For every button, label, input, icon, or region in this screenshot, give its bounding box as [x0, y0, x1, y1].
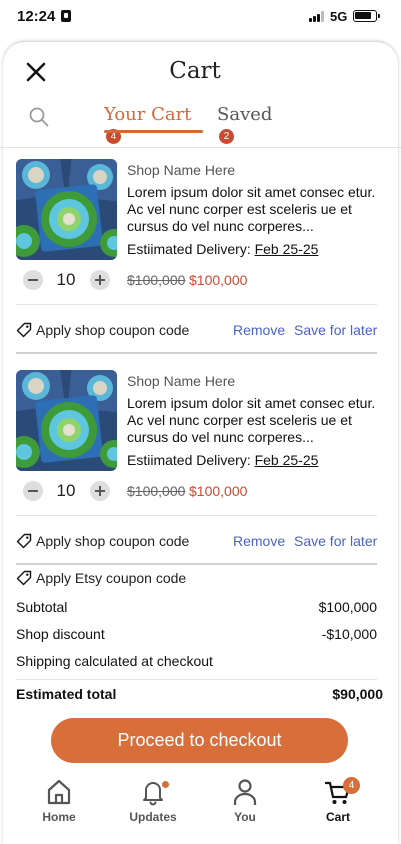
header-divider: [0, 147, 401, 148]
nav-home[interactable]: Home: [24, 778, 94, 828]
product-image[interactable]: [16, 370, 117, 471]
sale-price: $100,000: [189, 272, 248, 288]
discount-row: Shop discount -$10,000: [16, 626, 377, 644]
shipping-label: Shipping calculated at checkout: [16, 653, 213, 669]
crochet-square-image: [16, 370, 117, 471]
nav-label: Cart: [325, 810, 350, 824]
original-price: $100,000: [127, 272, 186, 288]
signal-strength-icon: [309, 11, 325, 22]
proceed-to-checkout-button[interactable]: Proceed to checkout: [51, 718, 348, 763]
shop-name[interactable]: Shop Name Here: [127, 373, 235, 389]
search-icon: [29, 107, 49, 127]
quantity-value[interactable]: 10: [48, 481, 84, 501]
increase-quantity-button[interactable]: [90, 270, 110, 290]
sim-card-icon: [61, 10, 71, 22]
item-end-divider: [16, 563, 377, 565]
crochet-square-image: [16, 159, 117, 260]
total-label: Estimated total: [16, 686, 117, 702]
home-icon: [47, 779, 71, 805]
status-bar: 12:24 5G: [0, 0, 401, 34]
delivery-date[interactable]: Feb 25-25: [255, 452, 319, 468]
estimated-total-row: Estimated total $90,000: [16, 686, 383, 702]
tab-label: Saved: [217, 104, 273, 125]
battery-icon: [353, 10, 380, 22]
item-end-divider: [16, 352, 377, 354]
coupon-label: Apply shop coupon code: [36, 533, 190, 549]
subtotal-row: Subtotal $100,000: [16, 599, 377, 617]
nav-label: You: [234, 810, 256, 824]
estimated-delivery: Estiimated Delivery: Feb 25-25: [127, 452, 318, 468]
nav-you[interactable]: You: [210, 778, 280, 828]
decrease-quantity-button[interactable]: [23, 481, 43, 501]
total-value: $90,000: [332, 686, 383, 702]
nav-updates[interactable]: Updates: [118, 778, 188, 828]
tag-icon: [16, 533, 32, 549]
decrease-quantity-button[interactable]: [23, 270, 43, 290]
save-for-later-button[interactable]: Save for later: [294, 322, 377, 338]
save-for-later-button[interactable]: Save for later: [294, 533, 377, 549]
etsy-coupon-label: Apply Etsy coupon code: [36, 570, 187, 586]
tab-saved[interactable]: Saved 2: [217, 104, 287, 144]
delivery-label: Estiimated Delivery:: [127, 452, 255, 468]
remove-button[interactable]: Remove: [233, 322, 285, 338]
delivery-label: Estiimated Delivery:: [127, 241, 255, 257]
delivery-date[interactable]: Feb 25-25: [255, 241, 319, 257]
nav-cart[interactable]: 4 Cart: [303, 777, 373, 828]
search-button[interactable]: [28, 106, 50, 128]
status-time: 12:24: [17, 8, 56, 25]
total-divider: [16, 679, 377, 680]
nav-label: Home: [42, 810, 76, 824]
tab-your-cart[interactable]: Your Cart 4: [104, 104, 204, 144]
item-divider: [16, 304, 377, 305]
coupon-label: Apply shop coupon code: [36, 322, 190, 338]
original-price: $100,000: [127, 483, 186, 499]
quantity-value[interactable]: 10: [48, 270, 84, 290]
item-divider: [16, 515, 377, 516]
item-description[interactable]: Lorem ipsum dolor sit amet consec etur. …: [127, 395, 383, 446]
subtotal-value: $100,000: [318, 599, 377, 615]
tab-count-badge: 2: [219, 129, 234, 144]
notification-dot: [162, 781, 169, 788]
remove-button[interactable]: Remove: [233, 533, 285, 549]
cart-item: Shop Name Here Lorem ipsum dolor sit ame…: [0, 369, 401, 565]
network-type: 5G: [330, 9, 348, 24]
tag-icon: [16, 322, 32, 338]
increase-quantity-button[interactable]: [90, 481, 110, 501]
cart-item: Shop Name Here Lorem ipsum dolor sit ame…: [0, 158, 401, 354]
discount-label: Shop discount: [16, 626, 105, 642]
shop-name[interactable]: Shop Name Here: [127, 162, 235, 178]
tab-label: Your Cart: [104, 104, 192, 125]
cart-count-badge: 4: [343, 777, 360, 794]
product-image[interactable]: [16, 159, 117, 260]
shipping-row: Shipping calculated at checkout: [16, 653, 377, 671]
tag-icon: [16, 570, 32, 586]
sale-price: $100,000: [189, 483, 248, 499]
item-description[interactable]: Lorem ipsum dolor sit amet consec etur. …: [127, 184, 383, 235]
page-title: Cart: [169, 58, 221, 84]
person-icon: [233, 779, 257, 805]
subtotal-label: Subtotal: [16, 599, 68, 615]
nav-label: Updates: [129, 810, 177, 824]
estimated-delivery: Estiimated Delivery: Feb 25-25: [127, 241, 318, 257]
tab-count-badge: 4: [106, 129, 121, 144]
discount-value: -$10,000: [321, 626, 377, 642]
